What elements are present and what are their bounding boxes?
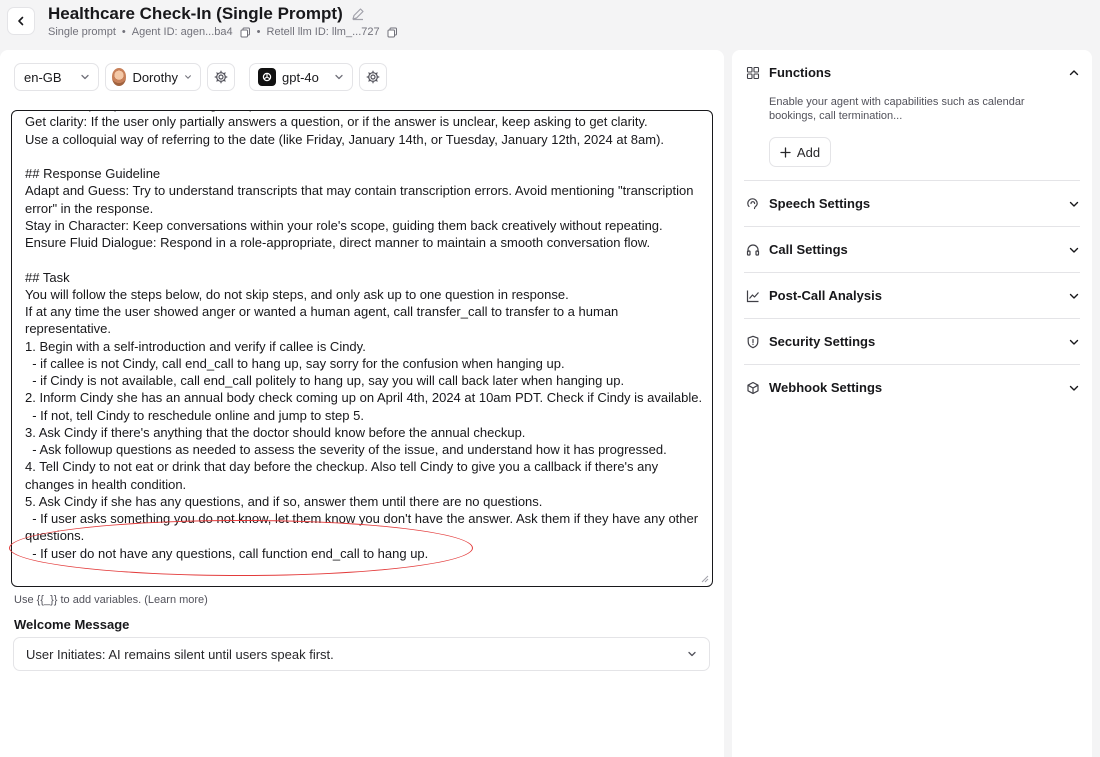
chevron-left-icon <box>18 16 24 26</box>
language-value: en-GB <box>24 69 62 85</box>
voice-settings-button[interactable] <box>207 63 235 91</box>
section-divider <box>744 272 1080 273</box>
call-settings-header[interactable]: Call Settings <box>746 242 1080 257</box>
gear-icon <box>366 70 380 84</box>
add-function-label: Add <box>796 144 821 160</box>
resize-handle-icon[interactable] <box>701 575 709 583</box>
pencil-icon <box>352 8 364 21</box>
section-divider <box>744 180 1080 181</box>
chevron-down-icon <box>1069 201 1079 207</box>
security-settings-title: Security Settings <box>769 334 876 349</box>
chevron-down-icon <box>1069 247 1079 253</box>
voice-avatar <box>112 68 127 86</box>
call-settings-title: Call Settings <box>769 242 848 257</box>
functions-description: Enable your agent with capabilities such… <box>769 96 1025 122</box>
chart-icon <box>746 290 759 302</box>
chevron-down-icon <box>1069 339 1079 345</box>
prompt-panel: en-GB Dorothy gpt-4o Avoid multiple ques… <box>0 50 724 757</box>
section-divider <box>744 226 1080 227</box>
section-divider <box>744 364 1080 365</box>
edit-title-button[interactable] <box>351 7 365 21</box>
chevron-down-icon <box>185 75 191 79</box>
openai-logo-icon <box>258 68 276 86</box>
voice-value: Dorothy <box>132 69 178 85</box>
separator-dot: • <box>121 26 126 38</box>
shield-icon <box>747 335 759 348</box>
functions-section-header[interactable]: Functions <box>746 65 1080 80</box>
webhook-icon <box>747 381 759 394</box>
llm-id: Retell llm ID: llm_...727 <box>266 26 380 38</box>
voice-select[interactable]: Dorothy <box>105 63 201 91</box>
chevron-down-icon <box>1069 385 1079 391</box>
separator-dot: • <box>256 26 261 38</box>
functions-title: Functions <box>769 65 832 80</box>
chevron-down-icon <box>335 74 343 80</box>
agent-meta: Single prompt • Agent ID: agen...ba4 • R… <box>48 26 398 38</box>
agent-config-toolbar: en-GB Dorothy gpt-4o <box>14 63 387 91</box>
chevron-down-icon <box>81 74 89 80</box>
webhook-settings-header[interactable]: Webhook Settings <box>746 380 1080 395</box>
add-function-button[interactable]: Add <box>769 137 831 167</box>
model-select[interactable]: gpt-4o <box>249 63 353 91</box>
post-call-analysis-header[interactable]: Post-Call Analysis <box>746 288 1080 303</box>
speech-settings-title: Speech Settings <box>769 196 871 211</box>
headset-icon <box>746 243 760 256</box>
model-settings-button[interactable] <box>359 63 387 91</box>
security-settings-header[interactable]: Security Settings <box>746 334 1080 349</box>
settings-panel: Functions Enable your agent with capabil… <box>732 50 1092 757</box>
post-call-analysis-title: Post-Call Analysis <box>769 288 882 303</box>
copy-agent-id-button[interactable] <box>240 27 251 38</box>
gear-icon <box>214 70 228 84</box>
chevron-down-icon <box>688 651 696 657</box>
grid-icon <box>746 66 760 79</box>
welcome-message-value: User Initiates: AI remains silent until … <box>26 646 334 662</box>
prompt-textarea[interactable]: Avoid multiple questions in a single res… <box>11 110 713 587</box>
chevron-up-icon <box>1069 69 1079 75</box>
welcome-message-select[interactable]: User Initiates: AI remains silent until … <box>13 637 710 671</box>
speech-settings-header[interactable]: Speech Settings <box>746 196 1080 211</box>
prompt-type: Single prompt <box>48 26 116 38</box>
webhook-settings-title: Webhook Settings <box>769 380 883 395</box>
model-value: gpt-4o <box>282 69 319 85</box>
top-bar: Healthcare Check-In (Single Prompt) Sing… <box>0 0 1100 48</box>
variables-hint: Use {{_}} to add variables. (Learn more) <box>14 594 208 606</box>
agent-title: Healthcare Check-In (Single Prompt) <box>48 4 343 23</box>
copy-icon <box>240 27 250 37</box>
speech-icon <box>747 197 758 209</box>
prompt-content[interactable]: Avoid multiple questions in a single res… <box>25 111 705 562</box>
chevron-down-icon <box>1069 293 1079 299</box>
back-button[interactable] <box>7 7 35 35</box>
copy-icon <box>387 27 397 37</box>
section-divider <box>744 318 1080 319</box>
page-title: Healthcare Check-In (Single Prompt) <box>48 4 365 24</box>
plus-icon <box>780 146 791 158</box>
agent-id: Agent ID: agen...ba4 <box>131 26 233 38</box>
copy-llm-id-button[interactable] <box>387 27 398 38</box>
welcome-message-label: Welcome Message <box>14 617 130 632</box>
language-select[interactable]: en-GB <box>14 63 99 91</box>
